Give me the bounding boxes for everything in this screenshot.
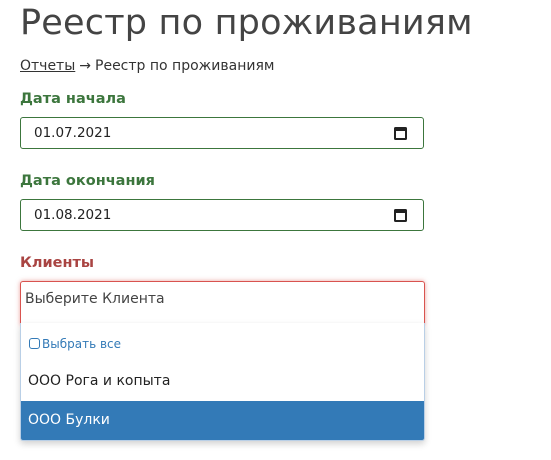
breadcrumb-separator: → xyxy=(79,58,92,74)
clients-select[interactable]: Выберите Клиента xyxy=(20,281,425,325)
select-all-label[interactable]: Выбрать все xyxy=(42,337,121,351)
end-date-value[interactable]: 01.08.2021 xyxy=(34,206,111,224)
calendar-icon[interactable] xyxy=(394,209,407,222)
page-title: Реестр по проживаниям xyxy=(20,3,473,43)
calendar-icon[interactable] xyxy=(394,127,407,140)
breadcrumb-link-reports[interactable]: Отчеты xyxy=(20,58,75,74)
client-option[interactable]: ООО Рога и копыта xyxy=(21,362,424,401)
breadcrumb: Отчеты → Реестр по проживаниям xyxy=(20,57,274,75)
end-date-input[interactable]: 01.08.2021 xyxy=(20,199,424,231)
checkbox-icon[interactable] xyxy=(29,338,40,349)
start-date-input[interactable]: 01.07.2021 xyxy=(20,117,424,149)
select-all-option[interactable]: Выбрать все xyxy=(29,335,121,353)
start-date-value[interactable]: 01.07.2021 xyxy=(34,124,111,142)
client-option-highlighted[interactable]: ООО Булки xyxy=(21,401,424,440)
end-date-label: Дата окончания xyxy=(20,173,155,189)
breadcrumb-current: Реестр по проживаниям xyxy=(95,58,275,74)
clients-label: Клиенты xyxy=(20,255,95,271)
page: Реестр по проживаниям Отчеты → Реестр по п… xyxy=(0,0,551,460)
start-date-label: Дата начала xyxy=(20,91,126,107)
clients-dropdown: Выбрать все ООО Рога и копыта ООО Булки xyxy=(20,323,425,441)
clients-search-input[interactable]: Выберите Клиента xyxy=(25,290,165,308)
